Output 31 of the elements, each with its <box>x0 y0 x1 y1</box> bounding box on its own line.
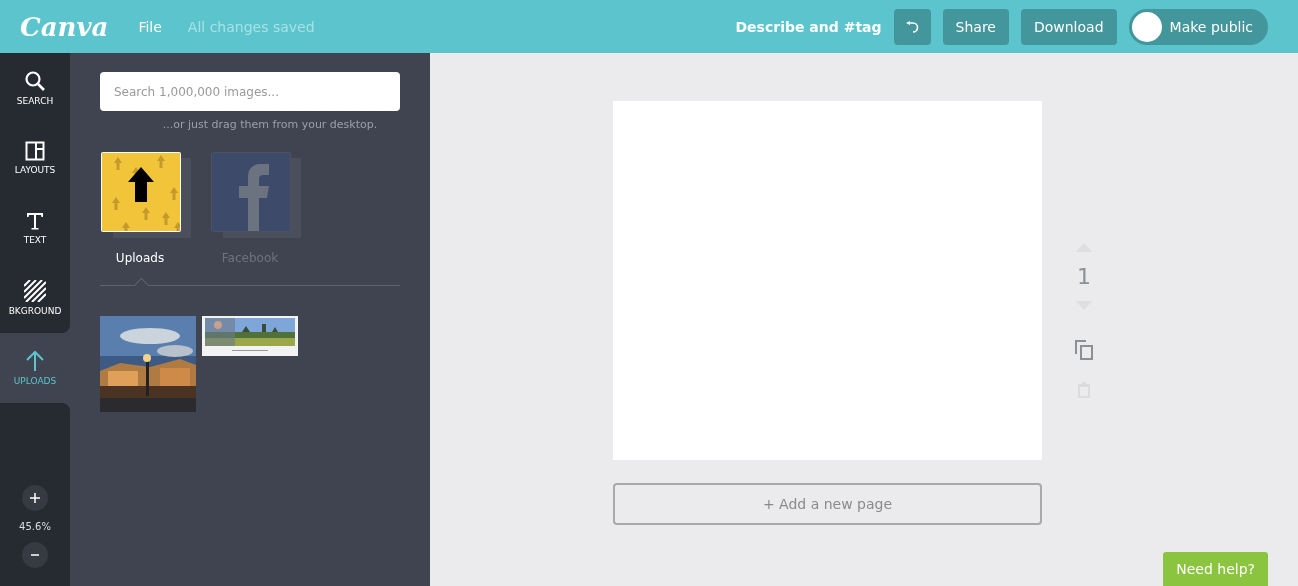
source-tab[interactable]: Uploads <box>100 151 192 265</box>
sidebar-tab[interactable]: TEXT <box>0 193 70 263</box>
undo-icon <box>905 20 920 33</box>
zoom-in-button[interactable] <box>22 485 48 511</box>
sidebar-tab[interactable]: BKGROUND <box>0 263 70 333</box>
sidebar-tab[interactable]: LAYOUTS <box>0 123 70 193</box>
zoom-level: 45.6% <box>19 521 51 532</box>
file-menu[interactable]: File <box>138 18 162 35</box>
upload-arrows-icon <box>100 151 192 239</box>
logo[interactable]: Canva <box>20 11 109 42</box>
zoom-out-button[interactable] <box>22 542 48 568</box>
drag-hint: ...or just drag them from your desktop. <box>161 118 379 131</box>
stripes-icon <box>24 280 46 302</box>
plus-icon <box>30 493 40 503</box>
describe-link[interactable]: Describe and #tag <box>735 18 882 35</box>
make-public-toggle[interactable]: Make public <box>1128 8 1268 45</box>
save-status: All changes saved <box>187 18 315 35</box>
text-icon <box>25 211 45 231</box>
facebook-icon <box>210 151 302 239</box>
add-page-button[interactable]: + Add a new page <box>613 483 1042 525</box>
layout-icon <box>25 141 45 161</box>
sidebar-tab[interactable]: SEARCH <box>0 53 70 123</box>
upload-arrow-icon <box>25 350 45 372</box>
undo-button[interactable] <box>893 8 931 45</box>
help-button[interactable]: Need help? <box>1163 552 1268 586</box>
page-number: 1 <box>1077 264 1091 289</box>
share-button[interactable]: Share <box>942 8 1009 45</box>
search-field[interactable]: Search 1,000,000 images... <box>100 72 400 111</box>
search-icon <box>24 70 46 92</box>
copy-icon[interactable] <box>1075 340 1093 360</box>
download-button[interactable]: Download <box>1020 8 1117 45</box>
